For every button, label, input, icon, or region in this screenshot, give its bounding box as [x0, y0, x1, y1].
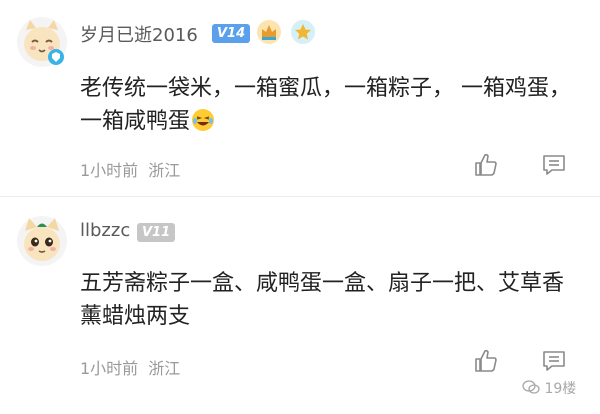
medal-icon: [256, 19, 282, 45]
comment-meta: 1小时前 浙江: [80, 355, 180, 379]
comment-item: 岁月已逝2016 V14 老传统一袋米，一箱蜜瓜，一箱粽子， 一箱鸡蛋，一箱咸鸭…: [0, 0, 600, 196]
username[interactable]: llbzzc: [80, 220, 130, 241]
comment-location: 浙江: [148, 359, 181, 378]
comment-location: 浙江: [148, 161, 181, 180]
watermark: 19楼: [522, 378, 576, 398]
comment-time: 1小时前: [80, 359, 139, 378]
comment-time: 1小时前: [80, 161, 139, 180]
wechat-icon: [522, 380, 540, 394]
laughing-emoji-icon: [192, 109, 215, 131]
user-avatar[interactable]: [16, 16, 68, 68]
medal-icon: [290, 19, 316, 45]
level-badge: V11: [137, 223, 176, 242]
divider: [0, 196, 600, 197]
watermark-text: 19楼: [544, 381, 577, 397]
cat-avatar-icon: [17, 216, 67, 266]
thumbs-up-icon[interactable]: [473, 348, 499, 374]
comment-text: 五芳斋粽子一盒、咸鸭蛋一盒、扇子一把、艾草香薰蜡烛两支: [80, 271, 565, 329]
comment-icon[interactable]: [541, 152, 567, 178]
username[interactable]: 岁月已逝2016: [80, 21, 198, 47]
comment-text: 老传统一袋米，一箱蜜瓜，一箱粽子， 一箱鸡蛋，一箱咸鸭蛋: [80, 76, 571, 134]
comment-icon[interactable]: [541, 348, 567, 374]
user-avatar[interactable]: [16, 215, 68, 267]
cat-avatar-icon: [17, 17, 67, 67]
thumbs-up-icon[interactable]: [473, 152, 499, 178]
comment-meta: 1小时前 浙江: [80, 157, 180, 181]
level-badge: V14: [212, 24, 251, 43]
comment-item: llbzzc V11 五芳斋粽子一盒、咸鸭蛋一盒、扇子一把、艾草香薰蜡烛两支 1…: [0, 198, 600, 414]
